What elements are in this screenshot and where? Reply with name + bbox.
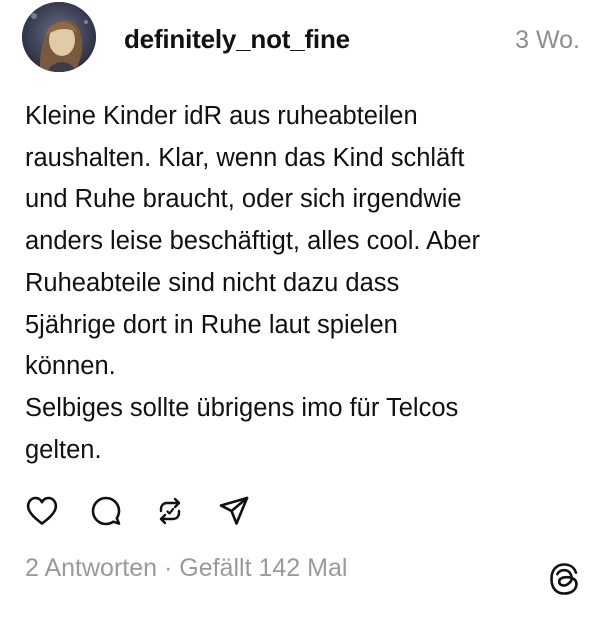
post-text-line: Ruheabteile sind nicht dazu dass xyxy=(25,268,400,297)
threads-post: definitely_not_fine 3 Wo. Kleine Kinder … xyxy=(0,0,600,620)
post-text-line: können. xyxy=(25,352,116,381)
post-text: Kleine Kinder idR aus ruheabteilen raush… xyxy=(25,96,585,471)
post-text-line: Selbiges sollte übrigens imo für Telcos xyxy=(25,393,459,422)
post-text-line: gelten. xyxy=(25,435,102,464)
threads-logo-icon xyxy=(550,563,578,595)
post-text-line: und Ruhe braucht, oder sich irgendwie xyxy=(25,185,462,214)
post-header: definitely_not_fine 3 Wo. xyxy=(22,2,582,72)
post-text-line: raushalten. Klar, wenn das Kind schläft xyxy=(25,143,465,172)
repost-icon xyxy=(159,497,181,525)
stats-separator: · xyxy=(164,554,179,582)
share-button[interactable] xyxy=(216,492,252,530)
post-text-line: 5jährige dort in Ruhe laut spielen xyxy=(25,310,398,339)
comment-icon xyxy=(91,496,121,526)
post-text-line: Kleine Kinder idR aus ruheabteilen xyxy=(25,102,418,130)
post-timestamp: 3 Wo. xyxy=(515,26,580,54)
avatar[interactable] xyxy=(22,2,96,72)
heart-icon xyxy=(26,496,58,525)
reply-button[interactable] xyxy=(88,492,124,530)
repost-button[interactable] xyxy=(152,492,188,530)
like-button[interactable] xyxy=(24,492,60,530)
username[interactable]: definitely_not_fine xyxy=(124,24,350,55)
post-text-line: anders leise beschäftigt, alles cool. Ab… xyxy=(25,227,481,256)
threads-logo[interactable] xyxy=(546,560,582,598)
share-icon xyxy=(219,496,249,525)
post-stats: 2 Antworten · Gefällt 142 Mal xyxy=(25,554,347,583)
avatar-photo-icon xyxy=(22,2,96,72)
replies-count-link[interactable]: 2 Antworten xyxy=(25,554,157,582)
stats-separator-dot: · xyxy=(163,554,173,582)
action-bar xyxy=(24,492,284,532)
likes-count-link[interactable]: Gefällt 142 Mal xyxy=(179,554,347,582)
